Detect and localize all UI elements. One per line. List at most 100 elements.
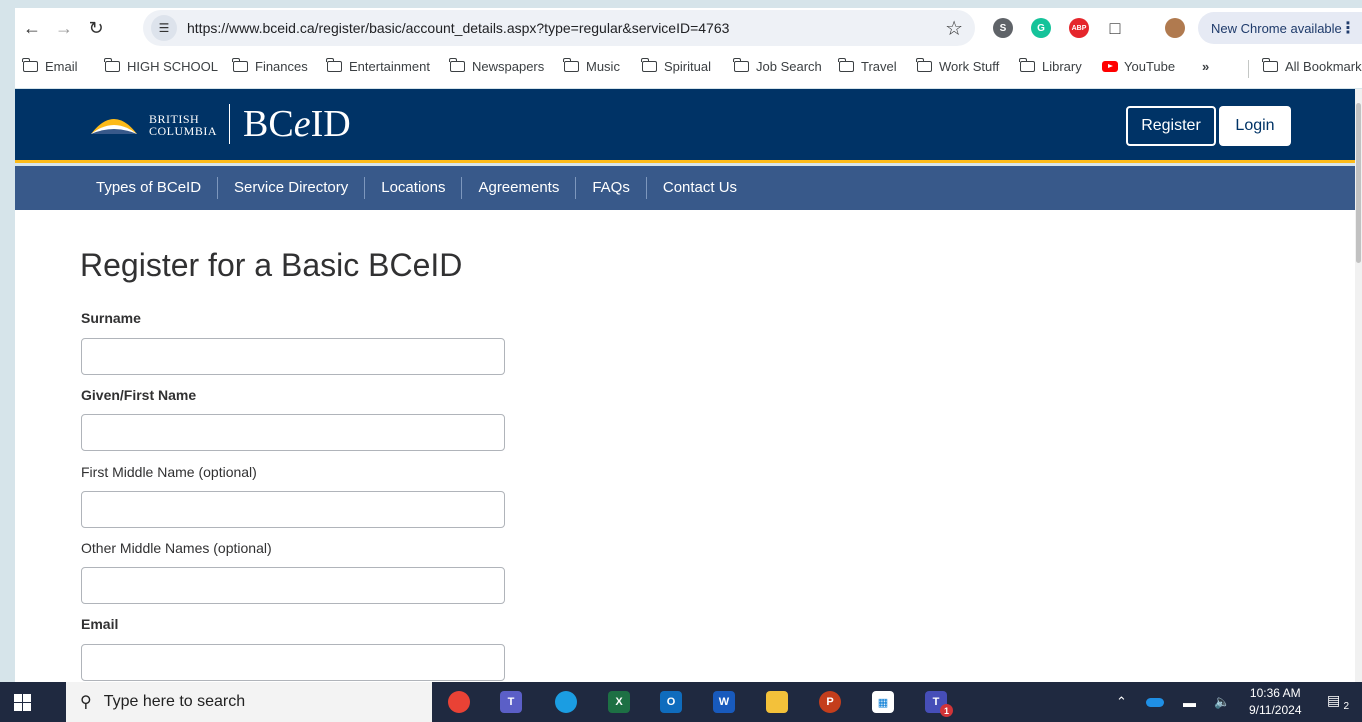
folder-icon [232, 58, 248, 72]
page-scrollbar[interactable] [1355, 89, 1362, 682]
other-middle-names-input[interactable] [81, 567, 505, 604]
adblock-extension-icon[interactable]: ABP [1069, 18, 1089, 38]
main-content: Register for a Basic BCeID Surname Given… [15, 210, 1355, 682]
extensions-puzzle-icon[interactable]: □ [1105, 18, 1125, 38]
microsoft-store-taskbar-icon[interactable]: ▦ [872, 691, 894, 713]
powerpoint-taskbar-icon[interactable]: P [819, 691, 841, 713]
folder-icon [449, 58, 465, 72]
address-bar[interactable]: ☰ https://www.bceid.ca/register/basic/ac… [143, 10, 975, 46]
nav-faqs[interactable]: FAQs [575, 177, 646, 199]
search-icon: ⚲ [80, 694, 92, 711]
browser-toolbar: ← → ↻ ☰ https://www.bceid.ca/register/ba… [15, 8, 1362, 48]
taskbar-search-box[interactable]: ⚲ Type here to search [66, 682, 432, 722]
teams-badge: 1 [940, 704, 953, 717]
file-explorer-taskbar-icon[interactable] [766, 691, 788, 713]
system-clock[interactable]: 10:36 AM 9/11/2024 [1249, 685, 1302, 719]
forward-icon[interactable]: → [49, 13, 79, 43]
edge-taskbar-icon[interactable] [555, 691, 577, 713]
bookmark-label: Travel [861, 59, 897, 74]
excel-taskbar-icon[interactable]: X [608, 691, 630, 713]
youtube-icon [1102, 61, 1118, 72]
bookmark-entertainment[interactable]: Entertainment [326, 58, 430, 74]
bookmark-label: All Bookmarks [1285, 59, 1362, 74]
first-middle-name-input[interactable] [81, 491, 505, 528]
nav-service-directory[interactable]: Service Directory [217, 177, 364, 199]
menu-kebab-icon[interactable]: ⋮ [1340, 18, 1356, 38]
page-title: Register for a Basic BCeID [80, 247, 463, 283]
nav-agreements[interactable]: Agreements [461, 177, 575, 199]
folder-icon [838, 58, 854, 72]
folder-icon [104, 58, 120, 72]
teams-classic-taskbar-icon[interactable]: T1 [925, 691, 953, 717]
bookmark-work-stuff[interactable]: Work Stuff [916, 58, 1000, 74]
login-button[interactable]: Login [1219, 106, 1291, 146]
site-info-icon[interactable]: ☰ [151, 15, 177, 41]
bookmark-youtube[interactable]: YouTube [1102, 59, 1175, 74]
tray-overflow-chevron-icon[interactable]: ⌃ [1116, 682, 1127, 722]
main-navigation: Types of BCeID Service Directory Locatio… [15, 166, 1355, 210]
new-chrome-available-button[interactable]: New Chrome available ⋮ [1198, 12, 1362, 44]
nav-locations[interactable]: Locations [364, 177, 461, 199]
bookmark-label: Entertainment [349, 59, 430, 74]
register-button[interactable]: Register [1126, 106, 1216, 146]
bookmark-travel[interactable]: Travel [838, 58, 897, 74]
chrome-taskbar-icon[interactable] [448, 691, 470, 713]
bookmark-email[interactable]: Email [22, 58, 78, 74]
folder-icon [326, 58, 342, 72]
site-title-bc: BC [243, 103, 294, 145]
outlook-taskbar-icon[interactable]: O [660, 691, 682, 713]
bookmark-label: YouTube [1124, 59, 1176, 74]
bookmark-label: HIGH SCHOOL [127, 59, 219, 74]
bookmark-label: Newspapers [472, 59, 545, 74]
scrollbar-thumb[interactable] [1356, 103, 1361, 263]
bookmark-newspapers[interactable]: Newspapers [449, 58, 545, 74]
first-middle-name-label: First Middle Name (optional) [81, 464, 257, 480]
bookmark-high-school[interactable]: HIGH SCHOOL [104, 58, 219, 74]
given-name-label: Given/First Name [81, 387, 197, 403]
bookmark-label: Library [1042, 59, 1082, 74]
surname-label: Surname [81, 310, 141, 326]
logo-line-columbia: COLUMBIA [149, 124, 218, 138]
email-input[interactable] [81, 644, 505, 681]
bookmark-all-bookmarks[interactable]: All Bookmarks [1262, 58, 1362, 74]
site-header: BRITISH COLUMBIA BCeID Register Login [15, 89, 1355, 163]
other-middle-names-label: Other Middle Names (optional) [81, 540, 272, 556]
surname-input[interactable] [81, 338, 505, 375]
logo-divider [229, 104, 230, 144]
folder-icon [641, 58, 657, 72]
bookmark-job-search[interactable]: Job Search [733, 58, 822, 74]
bookmarks-divider [1248, 60, 1249, 78]
bookmarks-bar: Email HIGH SCHOOL Finances Entertainment… [15, 48, 1362, 88]
bookmarks-overflow-icon[interactable]: » [1202, 59, 1209, 74]
nav-contact-us[interactable]: Contact Us [645, 177, 753, 199]
onedrive-icon[interactable] [1146, 682, 1164, 722]
notification-count: 2 [1343, 701, 1349, 712]
nav-types-of-bceid[interactable]: Types of BCeID [81, 177, 217, 199]
reload-icon[interactable]: ↻ [81, 13, 111, 43]
profile-avatar-icon[interactable] [1165, 18, 1185, 38]
word-taskbar-icon[interactable]: W [713, 691, 735, 713]
notification-center-icon[interactable]: ▤ 2 [1327, 692, 1349, 712]
bookmark-label: Music [586, 59, 620, 74]
bookmark-label: Spiritual [664, 59, 711, 74]
bookmark-label: Work Stuff [939, 59, 1000, 74]
skype-extension-icon[interactable]: S [993, 18, 1013, 38]
email-label: Email [81, 616, 119, 632]
folder-icon [916, 58, 932, 72]
back-icon[interactable]: ← [17, 13, 47, 43]
teams-taskbar-icon[interactable]: T [500, 691, 522, 713]
windows-start-icon[interactable] [14, 694, 31, 711]
new-chrome-label: New Chrome available [1211, 20, 1342, 36]
bookmark-finances[interactable]: Finances [232, 58, 308, 74]
site-title[interactable]: BCeID [243, 102, 351, 146]
bookmark-music[interactable]: Music [563, 58, 620, 74]
grammarly-extension-icon[interactable]: G [1031, 18, 1051, 38]
battery-icon[interactable]: ▬ [1183, 682, 1196, 722]
url-text[interactable]: https://www.bceid.ca/register/basic/acco… [187, 20, 729, 36]
bookmark-library[interactable]: Library [1019, 58, 1082, 74]
volume-icon[interactable]: 🔈 [1214, 682, 1230, 722]
given-name-input[interactable] [81, 414, 505, 451]
bc-sun-logo-icon[interactable] [89, 106, 139, 136]
bookmark-star-icon[interactable]: ☆ [945, 16, 963, 41]
bookmark-spiritual[interactable]: Spiritual [641, 58, 711, 74]
